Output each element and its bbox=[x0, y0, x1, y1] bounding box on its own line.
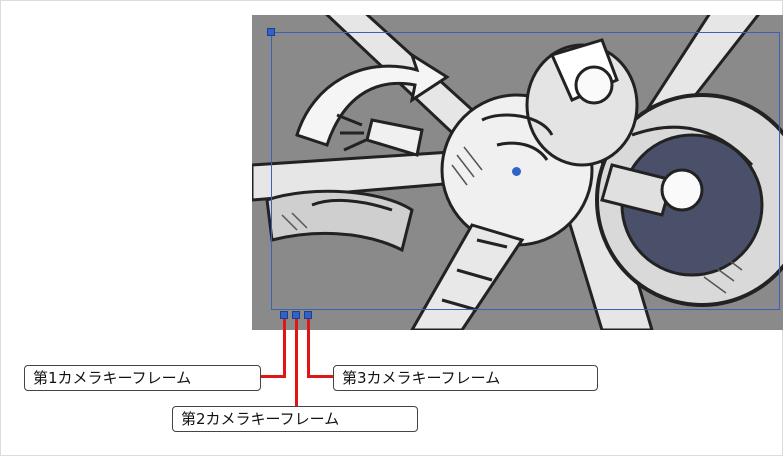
keyframe-2-callout: 第2カメラキーフレーム bbox=[172, 406, 418, 432]
camera-pivot-point[interactable] bbox=[512, 167, 521, 176]
leader-line-1-horizontal bbox=[261, 375, 286, 378]
keyframe-3-handle[interactable] bbox=[304, 311, 312, 319]
leader-line-3-vertical bbox=[307, 319, 310, 378]
keyframe-2-handle[interactable] bbox=[292, 311, 300, 319]
leader-line-2-vertical bbox=[295, 319, 298, 406]
keyframe-1-callout: 第1カメラキーフレーム bbox=[24, 365, 261, 391]
leader-line-1-vertical bbox=[283, 319, 286, 378]
keyframe-3-callout: 第3カメラキーフレーム bbox=[333, 365, 598, 391]
leader-line-3-horizontal bbox=[307, 375, 333, 378]
camera-corner-handle[interactable] bbox=[267, 28, 275, 36]
keyframe-1-handle[interactable] bbox=[280, 311, 288, 319]
